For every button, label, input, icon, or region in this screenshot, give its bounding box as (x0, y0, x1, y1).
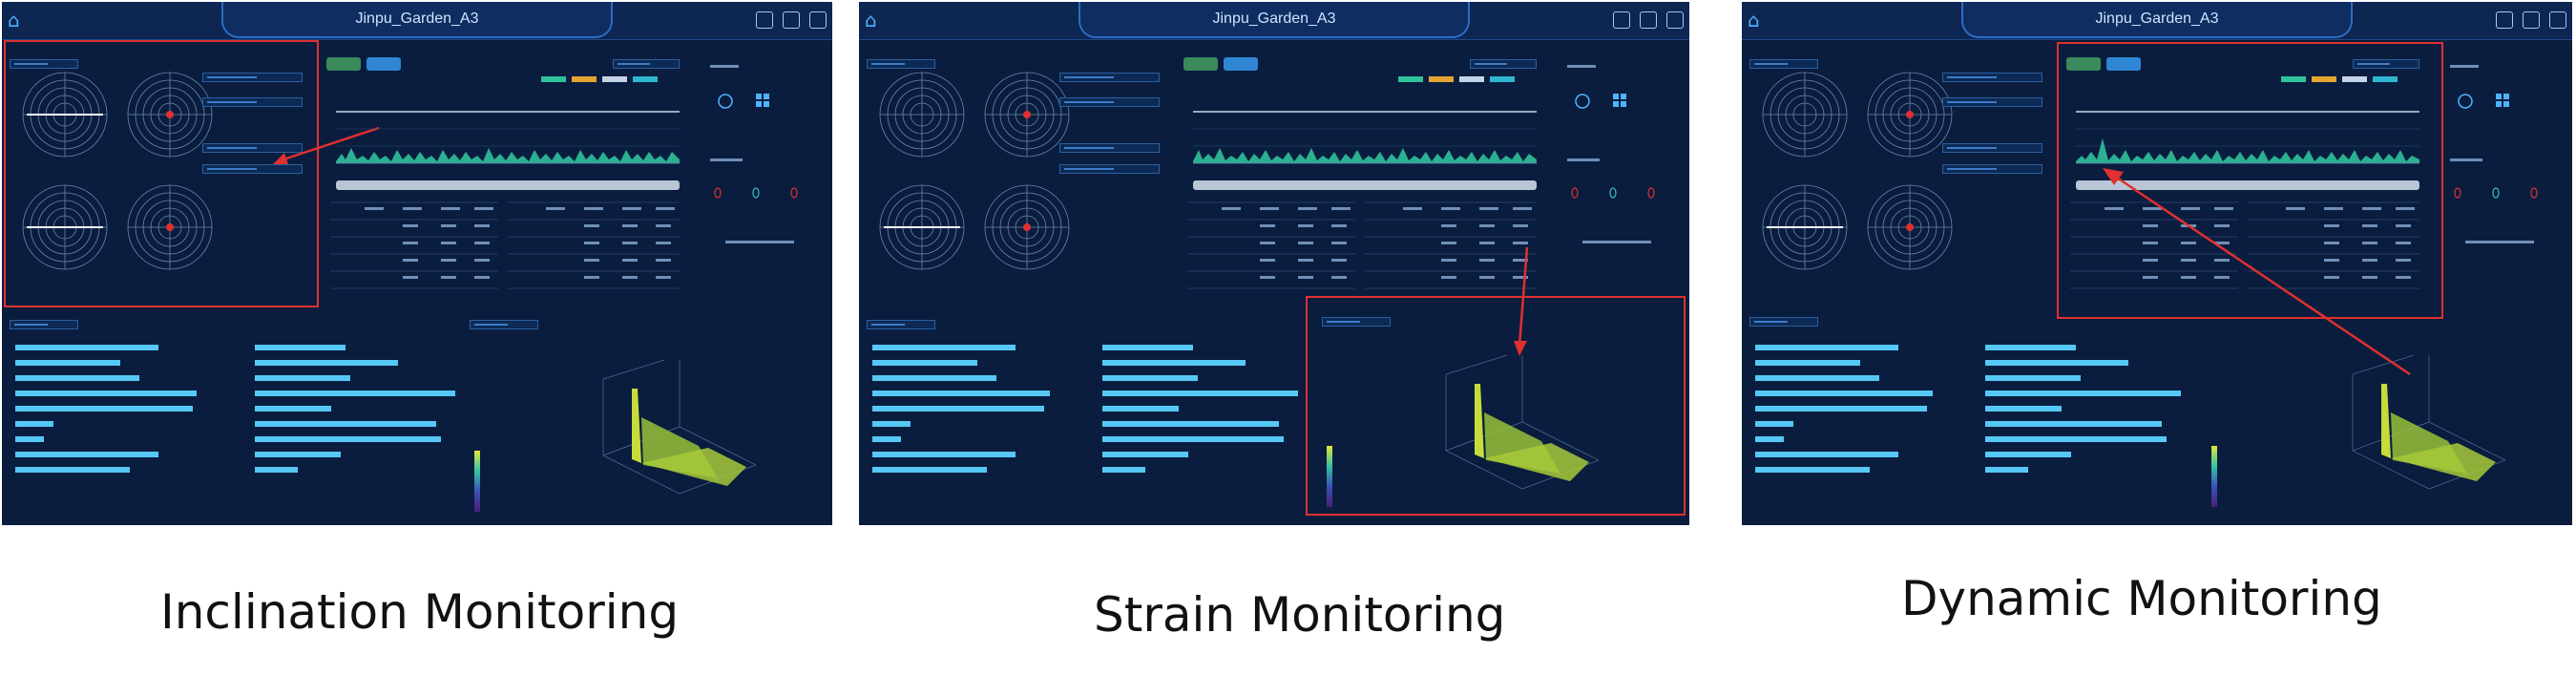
window-title: Jinpu_Garden_A3 (1212, 11, 1336, 27)
bar-chart (1093, 331, 1331, 503)
data-table (1187, 201, 1537, 289)
status-panel (2450, 65, 2538, 243)
toolbar-icons (1613, 11, 1684, 29)
chart-select[interactable] (470, 320, 538, 329)
home-icon[interactable]: ⌂ (865, 10, 886, 31)
logout-icon[interactable] (1613, 11, 1630, 29)
tab-left[interactable] (1183, 57, 1218, 71)
home-icon[interactable]: ⌂ (8, 10, 29, 31)
annotation-arrow (2103, 168, 2411, 376)
compass-plot (878, 71, 966, 158)
top-bar: ⌂ Jinpu_Garden_A3 (1742, 2, 2572, 40)
compass-plot (1761, 71, 1849, 158)
compass-plot (878, 183, 966, 271)
sensor-select[interactable] (1749, 317, 1818, 327)
colorbar (2211, 446, 2217, 507)
sensor-select[interactable] (867, 320, 935, 329)
tab-right[interactable] (1224, 57, 1258, 71)
value-field (1059, 164, 1160, 174)
top-bar: ⌂ Jinpu_Garden_A3 (2, 2, 832, 40)
compass-plot (983, 183, 1071, 271)
shield-icon[interactable] (1640, 11, 1657, 29)
compass-plot (1866, 71, 1954, 158)
caption-strain: Strain Monitoring (1094, 587, 1506, 643)
highlight-box (1306, 296, 1686, 516)
compass-plot (1866, 183, 1954, 271)
logout-icon[interactable] (2496, 11, 2513, 29)
settings-icon[interactable] (809, 11, 827, 29)
sensor-select[interactable] (10, 320, 78, 329)
sensor-select[interactable] (867, 59, 935, 69)
tab-left[interactable] (326, 57, 361, 71)
chart-legend (541, 76, 658, 82)
value-field (1942, 143, 2042, 153)
compass-plot (1761, 183, 1849, 271)
screenshot-inclination: ⌂ Jinpu_Garden_A3 (2, 2, 832, 525)
shield-icon[interactable] (2523, 11, 2540, 29)
data-table (330, 201, 680, 289)
logout-icon[interactable] (756, 11, 773, 29)
date-select[interactable] (1470, 59, 1537, 69)
settings-icon[interactable] (2549, 11, 2566, 29)
screenshot-dynamic: ⌂ Jinpu_Garden_A3 (1742, 2, 2572, 525)
highlight-box (4, 40, 319, 307)
compass-plot (983, 71, 1071, 158)
top-bar: ⌂ Jinpu_Garden_A3 (859, 2, 1689, 40)
toolbar-icons (2496, 11, 2566, 29)
value-field (1059, 97, 1160, 107)
status-panel (1567, 65, 1655, 243)
bar-chart (859, 331, 1107, 503)
toolbar-icons (756, 11, 827, 29)
window-title: Jinpu_Garden_A3 (355, 11, 479, 27)
time-series-chart (336, 111, 680, 190)
window-title: Jinpu_Garden_A3 (2095, 11, 2219, 27)
colorbar (474, 451, 480, 512)
value-field (1059, 73, 1160, 82)
value-field (1942, 97, 2042, 107)
status-panel (710, 65, 798, 243)
3d-surface-plot (602, 360, 757, 495)
bar-chart (1742, 331, 1990, 503)
chart-legend (1398, 76, 1515, 82)
tab-right[interactable] (367, 57, 401, 71)
settings-icon[interactable] (1666, 11, 1684, 29)
sensor-select[interactable] (1749, 59, 1818, 69)
time-series-chart (1193, 111, 1537, 190)
caption-dynamic: Dynamic Monitoring (1901, 571, 2382, 626)
bar-chart (245, 331, 503, 503)
shield-icon[interactable] (783, 11, 800, 29)
date-select[interactable] (613, 59, 680, 69)
value-field (1059, 143, 1160, 153)
bar-chart (2, 331, 260, 503)
home-icon[interactable]: ⌂ (1748, 10, 1769, 31)
caption-inclination: Inclination Monitoring (160, 584, 680, 640)
screenshot-strain: ⌂ Jinpu_Garden_A3 (859, 2, 1689, 525)
value-field (1942, 73, 2042, 82)
